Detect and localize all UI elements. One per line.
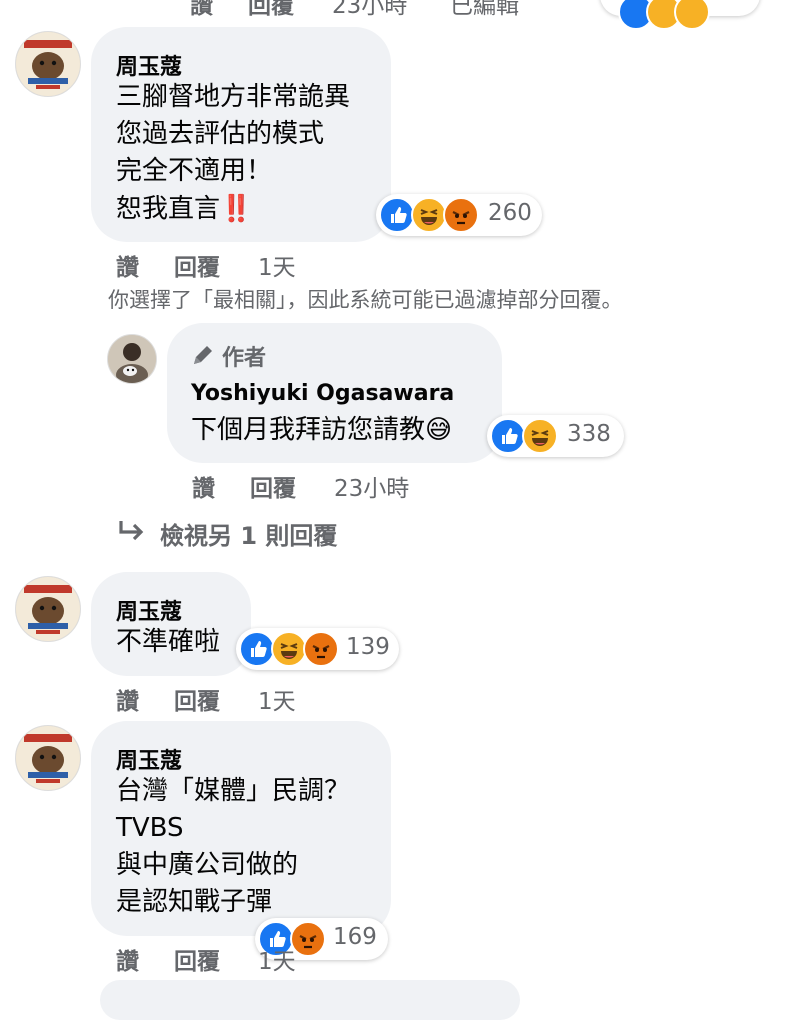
timestamp[interactable]: 23小時 <box>334 469 409 503</box>
haha-icon <box>674 0 710 30</box>
reaction-count: 338 <box>567 421 611 447</box>
reply-link[interactable]: 回覆 <box>174 682 220 716</box>
comment-actions: 讚 回覆 1天 <box>116 942 416 975</box>
comment-author[interactable]: 周玉蔻 <box>116 594 182 626</box>
avatar[interactable] <box>15 576 81 642</box>
filter-notice: 你選擇了「最相關」，因此系統可能已過濾掉部分回覆。 <box>108 288 623 312</box>
like-link[interactable]: 讚 <box>116 942 139 976</box>
angry-icon <box>303 631 339 667</box>
author-avatar[interactable] <box>107 334 157 384</box>
reply-link[interactable]: 回覆 <box>250 469 296 503</box>
view-more-label[interactable]: 檢視另 1 則回覆 <box>160 516 337 551</box>
next-comment-bubble <box>100 980 520 1020</box>
haha-icon <box>271 631 307 667</box>
author-badge-label: 作者 <box>222 346 267 371</box>
like-link[interactable]: 讚 <box>192 469 215 503</box>
haha-icon <box>522 418 558 454</box>
comment-text-line: 完全不適用！ <box>116 156 273 186</box>
comment-text-line: 台灣「媒體」民調？ <box>116 776 351 806</box>
top-edited-label: 已編輯 <box>450 0 519 19</box>
angry-icon <box>443 197 479 233</box>
top-partial-actions: 讚 回覆 23小時 已編輯 <box>190 0 550 19</box>
pencil-icon <box>190 342 216 372</box>
reply-link[interactable]: 回覆 <box>174 942 220 976</box>
reaction-summary[interactable]: 139 <box>236 628 399 670</box>
like-icon <box>490 418 526 454</box>
reaction-count: 139 <box>346 634 390 660</box>
top-partial-reactions[interactable] <box>600 0 760 30</box>
reply-link[interactable]: 回覆 <box>174 248 220 282</box>
timestamp[interactable]: 1天 <box>258 248 296 282</box>
reply-actions: 讚 回覆 23小時 <box>192 469 512 502</box>
reaction-count: 260 <box>488 200 532 226</box>
avatar[interactable] <box>15 31 81 97</box>
comment-text-line: 您過去評估的模式 <box>116 119 325 149</box>
comment-text-line: 恕我直言‼️ <box>116 194 253 224</box>
timestamp[interactable]: 1天 <box>258 682 296 716</box>
reaction-summary[interactable]: 338 <box>487 415 624 457</box>
top-reply-link[interactable]: 回覆 <box>248 0 294 20</box>
reply-text: 下個月我拜訪您請教😅 <box>191 415 453 445</box>
timestamp[interactable]: 1天 <box>258 942 296 976</box>
comment-text-line: TVBS <box>116 813 184 843</box>
comment-text-line: 與中廣公司做的 <box>116 850 299 880</box>
comment-actions: 讚 回覆 1天 <box>116 248 416 281</box>
reply-author[interactable]: Yoshiyuki Ogasawara <box>191 381 454 406</box>
reply-arrow-icon <box>116 518 148 550</box>
top-like-link[interactable]: 讚 <box>190 0 213 20</box>
like-link[interactable]: 讚 <box>116 682 139 716</box>
comment-actions: 讚 回覆 1天 <box>116 682 416 715</box>
comment-text-line: 三腳督地方非常詭異 <box>116 82 351 112</box>
top-timestamp: 23小時 <box>332 0 408 19</box>
comment-text-line: 是認知戰子彈 <box>116 887 273 917</box>
like-icon <box>239 631 275 667</box>
like-icon <box>379 197 415 233</box>
comment-text-line: 不準確啦 <box>116 627 221 657</box>
comment-author[interactable]: 周玉蔻 <box>116 49 182 81</box>
haha-icon <box>411 197 447 233</box>
reaction-summary[interactable]: 260 <box>376 194 542 236</box>
like-link[interactable]: 讚 <box>116 248 139 282</box>
avatar[interactable] <box>15 725 81 791</box>
comment-author[interactable]: 周玉蔻 <box>116 743 182 775</box>
